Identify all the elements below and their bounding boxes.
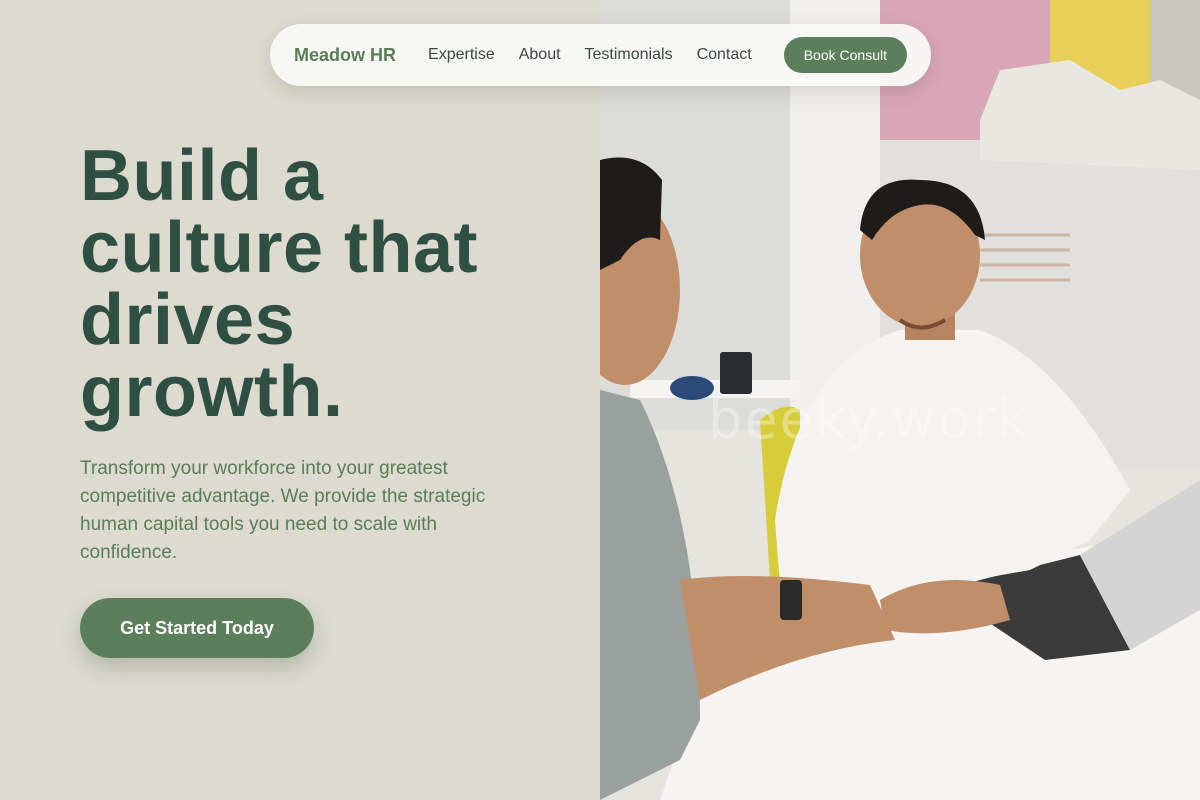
nav-link-expertise[interactable]: Expertise	[428, 46, 495, 64]
nav-link-contact[interactable]: Contact	[697, 46, 752, 64]
photo-watermark: beeky.work	[708, 388, 1031, 451]
nav-link-testimonials[interactable]: Testimonials	[585, 46, 673, 64]
hero-subtitle: Transform your workforce into your great…	[80, 458, 486, 563]
hero-photo: beeky.work	[600, 0, 1200, 800]
book-consult-button[interactable]: Book Consult	[783, 37, 907, 73]
nav-link-about[interactable]: About	[519, 46, 561, 64]
hero-title: Build a culture that drives growth.	[80, 136, 479, 432]
nav-links: Expertise About Testimonials Contact	[428, 46, 752, 64]
top-navigation: Meadow HR Expertise About Testimonials C…	[270, 24, 931, 86]
brand-logo[interactable]: Meadow HR	[294, 45, 396, 66]
get-started-button[interactable]: Get Started Today	[80, 598, 314, 658]
